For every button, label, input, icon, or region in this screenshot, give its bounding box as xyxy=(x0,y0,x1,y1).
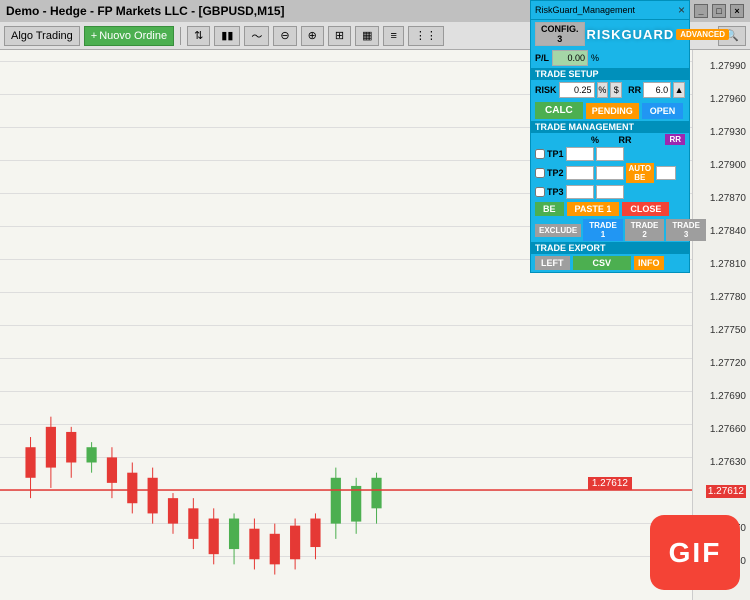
riskguard-panel: RiskGuard_Management × CONFIG. 3 RISKGUA… xyxy=(530,0,690,273)
price-level: 1.27660 xyxy=(710,424,746,435)
paste1-button[interactable]: PASTE 1 xyxy=(567,202,620,216)
config-tab[interactable]: CONFIG. 3 xyxy=(535,22,585,46)
pl-label: P/L xyxy=(535,53,549,63)
exclude-button[interactable]: EXCLUDE xyxy=(535,224,581,237)
price-level: 1.27990 xyxy=(710,61,746,72)
csv-button[interactable]: CSV xyxy=(573,256,632,270)
be-paste-close-row: BE PASTE 1 CLOSE xyxy=(531,200,689,218)
rr-adjust-btn[interactable]: ▲ xyxy=(673,82,685,98)
close-trade-button[interactable]: CLOSE xyxy=(622,202,669,216)
algo-trading-label: Algo Trading xyxy=(11,30,73,42)
order-icon: + xyxy=(91,30,97,42)
nuovo-ordine-button[interactable]: + Nuovo Ordine xyxy=(84,26,174,46)
close-button[interactable]: × xyxy=(730,4,744,18)
price-level: 1.27960 xyxy=(710,94,746,105)
auto-be-button[interactable]: AUTOBE xyxy=(626,163,655,183)
rr-badge: RR xyxy=(665,134,685,145)
riskguard-header-label: RiskGuard_Management xyxy=(535,5,635,15)
tp3-pct-input[interactable] xyxy=(566,185,594,199)
price-level: 1.27930 xyxy=(710,127,746,138)
pl-row: P/L % xyxy=(531,48,689,68)
window-controls[interactable]: _ □ × xyxy=(694,4,744,18)
current-price-axis-label: 1.27612 xyxy=(706,485,746,498)
tp2-extra-input[interactable] xyxy=(656,166,676,180)
riskguard-brand: RISKGUARD xyxy=(587,27,675,42)
nuovo-ordine-label: Nuovo Ordine xyxy=(99,30,167,42)
maximize-button[interactable]: □ xyxy=(712,4,726,18)
price-level: 1.27900 xyxy=(710,160,746,171)
col-pct-header: % xyxy=(581,135,609,145)
price-level: 1.27750 xyxy=(710,325,746,336)
price-level: 1.27780 xyxy=(710,292,746,303)
tp2-rr-input[interactable] xyxy=(596,166,624,180)
pl-input[interactable] xyxy=(552,50,588,66)
tp3-label: TP3 xyxy=(547,187,564,197)
trade-export-header: TRADE EXPORT xyxy=(531,242,689,254)
left-button[interactable]: LEFT xyxy=(535,256,570,270)
pending-button[interactable]: PENDING xyxy=(586,103,639,119)
tp2-row: TP2 AUTOBE xyxy=(531,162,689,184)
price-level: 1.27690 xyxy=(710,391,746,402)
chart-tool-2[interactable]: ▮▮ xyxy=(214,26,240,46)
trade2-button[interactable]: TRADE 2 xyxy=(625,219,665,241)
action-buttons-row: CALC PENDING OPEN xyxy=(531,100,689,121)
zoom-out-button[interactable]: ⊖ xyxy=(273,26,296,46)
risk-label: RISK xyxy=(535,85,557,95)
chart-tool-1[interactable]: ⇅ xyxy=(187,26,210,46)
tp1-checkbox[interactable] xyxy=(535,149,545,159)
risk-pct-btn[interactable]: % xyxy=(597,82,609,98)
price-level: 1.27810 xyxy=(710,259,746,270)
price-level: 1.27720 xyxy=(710,358,746,369)
rr-label: RR xyxy=(628,85,641,95)
info-button[interactable]: INFO xyxy=(634,256,664,270)
riskguard-close-button[interactable]: × xyxy=(678,3,685,17)
riskguard-header: RiskGuard_Management × xyxy=(531,1,689,20)
tp2-checkbox[interactable] xyxy=(535,168,545,178)
price-level: 1.27840 xyxy=(710,226,746,237)
tp3-checkbox[interactable] xyxy=(535,187,545,197)
col-rr-header: RR xyxy=(611,135,639,145)
separator-1 xyxy=(180,27,181,45)
tp1-label: TP1 xyxy=(547,149,564,159)
tp3-rr-input[interactable] xyxy=(596,185,624,199)
chart-type-1[interactable]: ⊞ xyxy=(328,26,351,46)
window-title: Demo - Hedge - FP Markets LLC - [GBPUSD,… xyxy=(6,4,284,18)
risk-dollar-btn[interactable]: $ xyxy=(610,82,622,98)
be-button[interactable]: BE xyxy=(535,202,564,216)
more-button[interactable]: ⋮⋮ xyxy=(408,26,444,46)
tp1-rr-input[interactable] xyxy=(596,147,624,161)
trade-select-row: EXCLUDE TRADE 1 TRADE 2 TRADE 3 xyxy=(531,218,689,242)
risk-rr-row: RISK % $ RR ▲ xyxy=(531,80,689,100)
tp2-label: TP2 xyxy=(547,168,564,178)
cursor xyxy=(398,315,406,323)
rr-input[interactable] xyxy=(643,82,671,98)
trade3-button[interactable]: TRADE 3 xyxy=(666,219,706,241)
chart-type-3[interactable]: ≡ xyxy=(383,26,403,46)
open-button[interactable]: OPEN xyxy=(642,103,684,119)
trade-setup-header: TRADE SETUP xyxy=(531,68,689,80)
algo-trading-button[interactable]: Algo Trading xyxy=(4,26,80,46)
zoom-in-button[interactable]: ⊕ xyxy=(301,26,324,46)
chart-tool-3[interactable]: 〜 xyxy=(244,26,269,46)
export-row: LEFT CSV INFO xyxy=(531,254,689,272)
trade-mgmt-header: TRADE MANAGEMENT xyxy=(531,121,689,133)
current-price-label: 1.27612 xyxy=(588,477,632,490)
chart-type-2[interactable]: ▦ xyxy=(355,26,379,46)
price-level: 1.27630 xyxy=(710,457,746,468)
tp1-row: TP1 xyxy=(531,146,689,162)
tp2-pct-input[interactable] xyxy=(566,166,594,180)
calc-button[interactable]: CALC xyxy=(535,102,583,119)
advanced-badge: ADVANCED xyxy=(676,29,729,40)
risk-input[interactable] xyxy=(559,82,595,98)
pl-unit: % xyxy=(591,53,599,63)
tp1-pct-input[interactable] xyxy=(566,147,594,161)
tp3-row: TP3 xyxy=(531,184,689,200)
tp-column-headers: % RR RR xyxy=(531,133,689,146)
riskguard-title-row: CONFIG. 3 RISKGUARD ADVANCED xyxy=(531,20,689,48)
trade1-button[interactable]: TRADE 1 xyxy=(583,219,623,241)
price-level: 1.27870 xyxy=(710,193,746,204)
gif-badge: GIF xyxy=(650,515,740,590)
minimize-button[interactable]: _ xyxy=(694,4,708,18)
